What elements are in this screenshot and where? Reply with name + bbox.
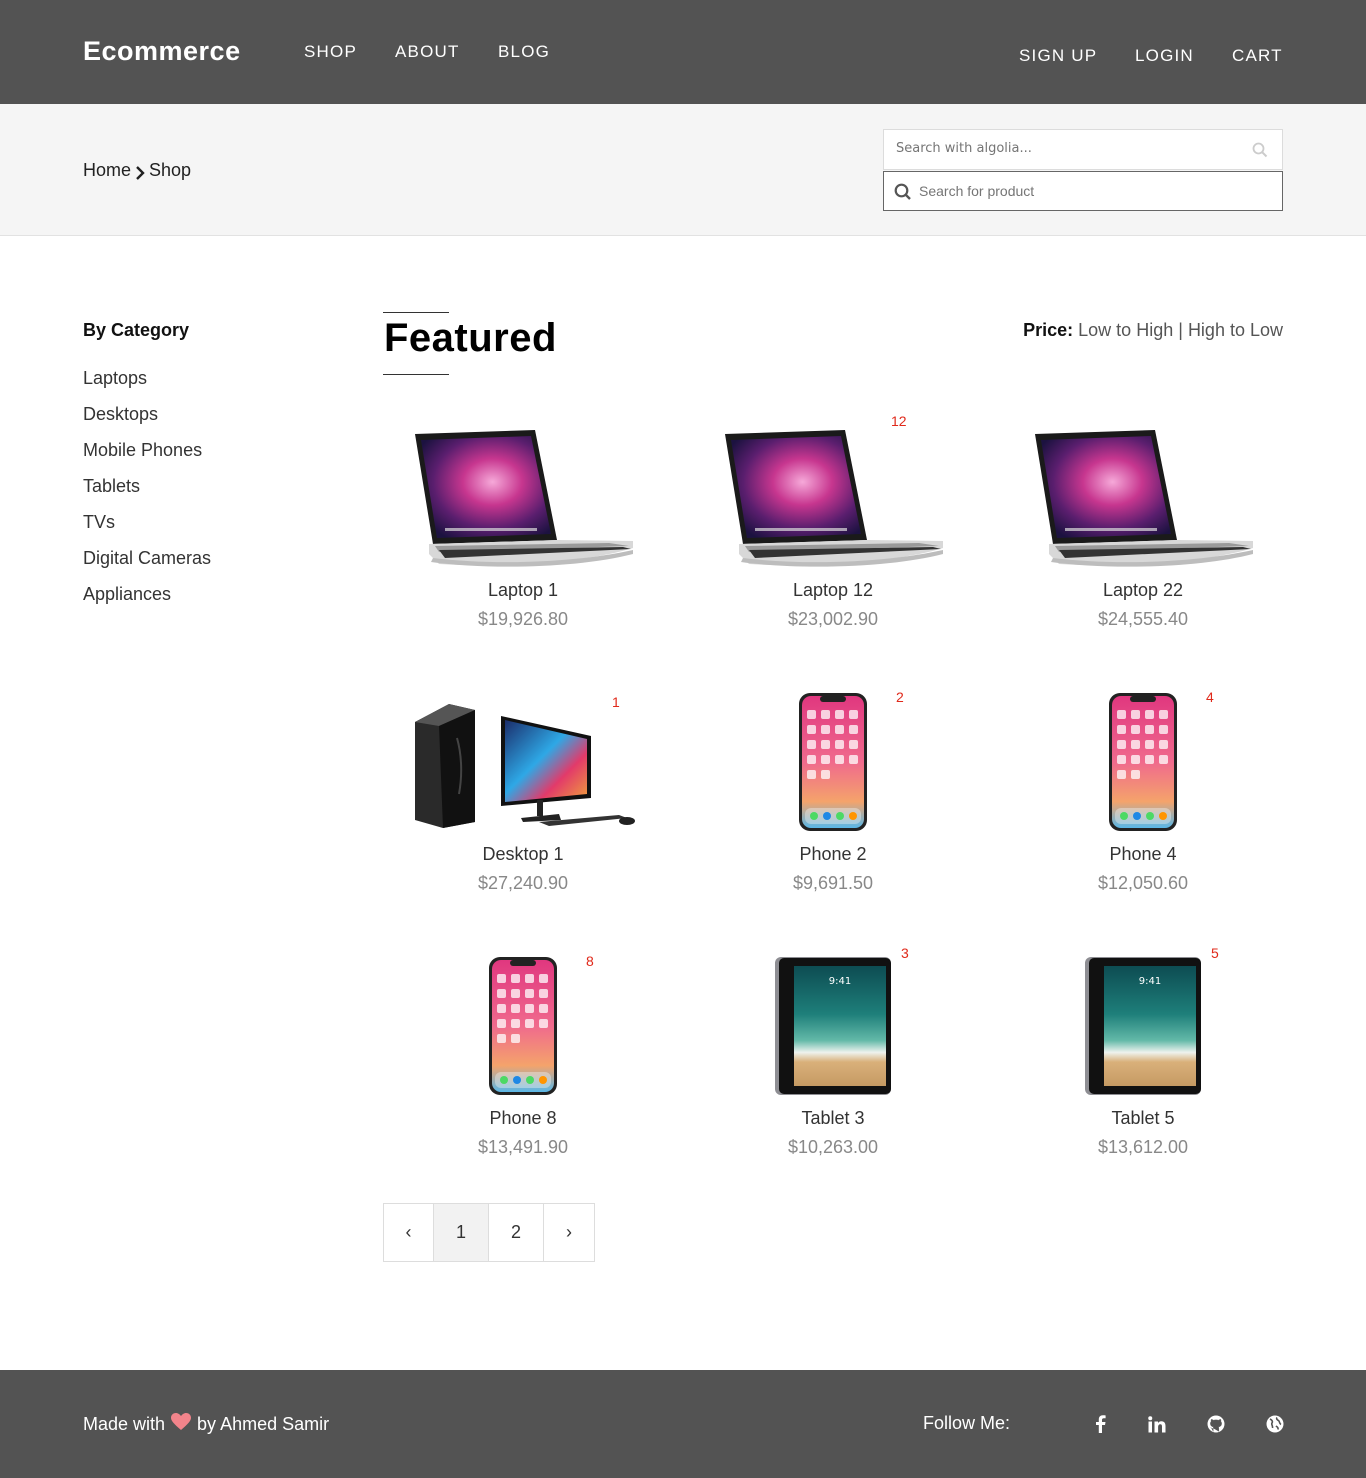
product-price: $23,002.90: [787, 609, 879, 629]
product-name[interactable]: Phone 4: [1003, 844, 1283, 865]
product-name[interactable]: Laptop 12: [693, 580, 973, 601]
product-name[interactable]: Laptop 22: [1003, 580, 1283, 601]
sidebar-title: By Category: [83, 320, 190, 340]
sort-high-to-low-link[interactable]: High to Low: [1188, 320, 1283, 340]
footer-credit: Made with by Ahmed Samir: [83, 1413, 329, 1436]
nav-login-link[interactable]: LOGIN: [1135, 46, 1194, 66]
search-icon: [894, 183, 912, 206]
laptop-product-image[interactable]: [1003, 418, 1283, 568]
top-navbar: Ecommerce SHOP ABOUT BLOG SIGN UP LOGIN …: [0, 0, 1366, 104]
product-badge: 3: [901, 945, 909, 961]
sidebar-item-mobile-phones[interactable]: Mobile Phones: [83, 440, 202, 461]
product-badge: 5: [1211, 945, 1219, 961]
product-name[interactable]: Tablet 5: [1003, 1108, 1283, 1129]
phone-product-image[interactable]: [693, 682, 973, 832]
product-price: $13,612.00: [1097, 1137, 1189, 1157]
footer: Made with by Ahmed Samir Follow Me:: [0, 1370, 1366, 1478]
product-badge: 8: [586, 953, 594, 969]
facebook-icon[interactable]: [1090, 1414, 1110, 1434]
nav-about-link[interactable]: ABOUT: [395, 42, 460, 62]
product-card[interactable]: 4 Phone 4 $12,050.60: [1003, 682, 1283, 894]
product-name[interactable]: Laptop 1: [383, 580, 663, 601]
sidebar-item-appliances[interactable]: Appliances: [83, 584, 171, 605]
product-badge: 1: [612, 694, 620, 710]
algolia-search-box[interactable]: [883, 129, 1283, 170]
product-price: $9,691.50: [792, 873, 874, 893]
product-badge: 4: [1206, 689, 1214, 705]
phone-product-image[interactable]: [383, 946, 663, 1096]
price-sort: Price: Low to High | High to Low: [1023, 320, 1283, 341]
product-price: $19,926.80: [477, 609, 569, 629]
pagination: ‹ 1 2 ›: [383, 1203, 595, 1262]
svg-text:9:41: 9:41: [829, 976, 851, 987]
heading-divider-top: [383, 312, 449, 313]
sidebar-item-digital-cameras[interactable]: Digital Cameras: [83, 548, 211, 569]
nav-blog-link[interactable]: BLOG: [498, 42, 550, 62]
pagination-prev-button[interactable]: ‹: [384, 1204, 434, 1261]
product-name[interactable]: Phone 8: [383, 1108, 663, 1129]
search-icon[interactable]: [1252, 142, 1268, 163]
tablet-product-image[interactable]: 9:41: [693, 946, 973, 1096]
phone-product-image[interactable]: [1003, 682, 1283, 832]
product-price: $10,263.00: [787, 1137, 879, 1157]
product-card[interactable]: 1 Desktop 1 $27,240.90: [383, 682, 663, 894]
nav-signup-link[interactable]: SIGN UP: [1019, 46, 1097, 66]
product-card[interactable]: 9:41 5 Tablet 5 $13,612.00: [1003, 945, 1283, 1158]
product-card[interactable]: 9:41 3 Tablet 3 $10,263.00: [693, 945, 973, 1158]
breadcrumb-bar: Home Shop: [0, 104, 1366, 236]
product-badge: 2: [896, 689, 904, 705]
sidebar-item-laptops[interactable]: Laptops: [83, 368, 147, 389]
globe-icon[interactable]: [1265, 1414, 1285, 1434]
product-name[interactable]: Desktop 1: [383, 844, 663, 865]
product-price: $24,555.40: [1097, 609, 1189, 629]
algolia-search-input[interactable]: [896, 141, 1236, 156]
product-name[interactable]: Tablet 3: [693, 1108, 973, 1129]
product-card[interactable]: Laptop 1 $19,926.80: [383, 418, 663, 630]
desktop-product-image[interactable]: [383, 682, 663, 832]
pagination-page-2[interactable]: 2: [489, 1204, 544, 1261]
product-price: $13,491.90: [477, 1137, 569, 1157]
sort-low-to-high-link[interactable]: Low to High: [1078, 320, 1173, 340]
laptop-product-image[interactable]: [383, 418, 663, 568]
linkedin-icon[interactable]: [1147, 1414, 1167, 1434]
breadcrumb-current: Shop: [149, 160, 192, 180]
product-badge: 12: [891, 413, 907, 429]
pagination-next-button[interactable]: ›: [544, 1204, 594, 1261]
page-title: Featured: [384, 316, 557, 360]
sidebar-item-tablets[interactable]: Tablets: [83, 476, 140, 497]
sort-label: Price:: [1023, 320, 1074, 340]
breadcrumb: Home Shop: [83, 160, 191, 181]
product-search-box[interactable]: [883, 171, 1283, 211]
brand-logo[interactable]: Ecommerce: [83, 36, 241, 67]
product-price: $27,240.90: [477, 873, 569, 893]
heading-divider-bottom: [383, 374, 449, 375]
product-price: $12,050.60: [1097, 873, 1189, 893]
product-search-input[interactable]: [919, 183, 1259, 199]
sidebar-item-tvs[interactable]: TVs: [83, 512, 115, 533]
follow-me-label: Follow Me:: [923, 1413, 1011, 1433]
nav-cart-link[interactable]: CART: [1232, 46, 1283, 66]
sidebar-item-desktops[interactable]: Desktops: [83, 404, 158, 425]
product-card[interactable]: Laptop 22 $24,555.40: [1003, 418, 1283, 630]
github-icon[interactable]: [1206, 1414, 1226, 1434]
made-by-text: by Ahmed Samir: [197, 1414, 330, 1434]
pagination-page-1[interactable]: 1: [434, 1204, 489, 1261]
laptop-product-image[interactable]: [693, 418, 973, 568]
product-card[interactable]: 12 Laptop 12 $23,002.90: [693, 413, 973, 630]
product-card[interactable]: 8 Phone 8 $13,491.90: [383, 946, 663, 1158]
breadcrumb-home-link[interactable]: Home: [83, 160, 131, 181]
made-with-text: Made with: [83, 1414, 166, 1434]
product-name[interactable]: Phone 2: [693, 844, 973, 865]
tablet-product-image[interactable]: 9:41: [1003, 946, 1283, 1096]
sort-separator: |: [1178, 320, 1183, 340]
chevron-right-icon: [135, 164, 145, 180]
nav-shop-link[interactable]: SHOP: [304, 42, 357, 62]
svg-text:9:41: 9:41: [1139, 976, 1161, 987]
product-card[interactable]: 2 Phone 2 $9,691.50: [693, 682, 973, 894]
heart-icon: [171, 1413, 192, 1436]
